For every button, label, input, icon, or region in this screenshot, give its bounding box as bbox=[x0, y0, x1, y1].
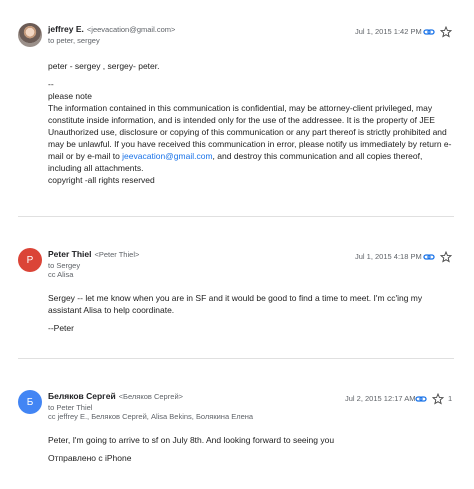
sender-name[interactable]: Беляков Сергей bbox=[48, 391, 116, 401]
body-line: Peter, I'm going to arrive to sf on July… bbox=[48, 435, 335, 445]
sender-line: jeffrey E. <jeevacation@gmail.com> bbox=[48, 24, 175, 34]
copyright: copyright -all rights reserved bbox=[48, 175, 155, 185]
message-body: Sergey -- let me know when you are in SF… bbox=[48, 292, 458, 334]
recipients[interactable]: to peter, sergey bbox=[48, 36, 100, 45]
signature-dashes: -- bbox=[48, 79, 54, 89]
message-date: Jul 1, 2015 1:42 PM bbox=[355, 27, 422, 36]
sender-avatar[interactable]: P bbox=[18, 248, 42, 272]
sender-line: Беляков Сергей <Беляков Сергей> bbox=[48, 391, 183, 401]
signature-please-note: please note bbox=[48, 91, 92, 101]
link-icon[interactable] bbox=[423, 26, 435, 38]
message-divider bbox=[18, 216, 454, 217]
cc-recipients[interactable]: cc Alisa bbox=[48, 270, 73, 279]
sender-email: <Беляков Сергей> bbox=[118, 392, 184, 401]
message-body: peter - sergey , sergey- peter. -- pleas… bbox=[48, 60, 458, 186]
disclaimer: The information contained in this commun… bbox=[48, 102, 458, 174]
recipients[interactable]: to Peter Thiel bbox=[48, 403, 92, 412]
cc-recipients[interactable]: cc jeffrey E., Беляков Сергей, Alisa Bek… bbox=[48, 412, 253, 421]
star-icon[interactable] bbox=[440, 26, 452, 38]
body-line: Sergey -- let me know when you are in SF… bbox=[48, 293, 425, 315]
sender-avatar[interactable]: Б bbox=[18, 390, 42, 414]
sender-name[interactable]: Peter Thiel bbox=[48, 249, 91, 259]
sender-avatar-photo[interactable] bbox=[18, 23, 42, 47]
recipients[interactable]: to Sergey bbox=[48, 261, 80, 270]
message-date: Jul 2, 2015 12:17 AM bbox=[345, 394, 416, 403]
star-icon[interactable] bbox=[432, 393, 444, 405]
message-body: Peter, I'm going to arrive to sf on July… bbox=[48, 434, 458, 464]
message-date: Jul 1, 2015 4:18 PM bbox=[355, 252, 422, 261]
link-icon[interactable] bbox=[423, 251, 435, 263]
sender-line: Peter Thiel <Peter Thiel> bbox=[48, 249, 139, 259]
sender-name[interactable]: jeffrey E. bbox=[48, 24, 84, 34]
body-signature: Отправлено с iPhone bbox=[48, 453, 132, 463]
sender-email: <Peter Thiel> bbox=[94, 250, 140, 259]
body-signoff: --Peter bbox=[48, 323, 74, 333]
star-icon[interactable] bbox=[440, 251, 452, 263]
link-icon[interactable] bbox=[415, 393, 427, 405]
message-divider bbox=[18, 358, 454, 359]
disclaimer-email-link[interactable]: jeevacation@gmail.com bbox=[122, 151, 212, 161]
body-line: peter - sergey , sergey- peter. bbox=[48, 61, 160, 71]
sender-email: <jeevacation@gmail.com> bbox=[86, 25, 176, 34]
more-indicator[interactable]: 1 bbox=[448, 394, 452, 403]
email-message-1: jeffrey E. <jeevacation@gmail.com> to pet… bbox=[0, 0, 474, 230]
